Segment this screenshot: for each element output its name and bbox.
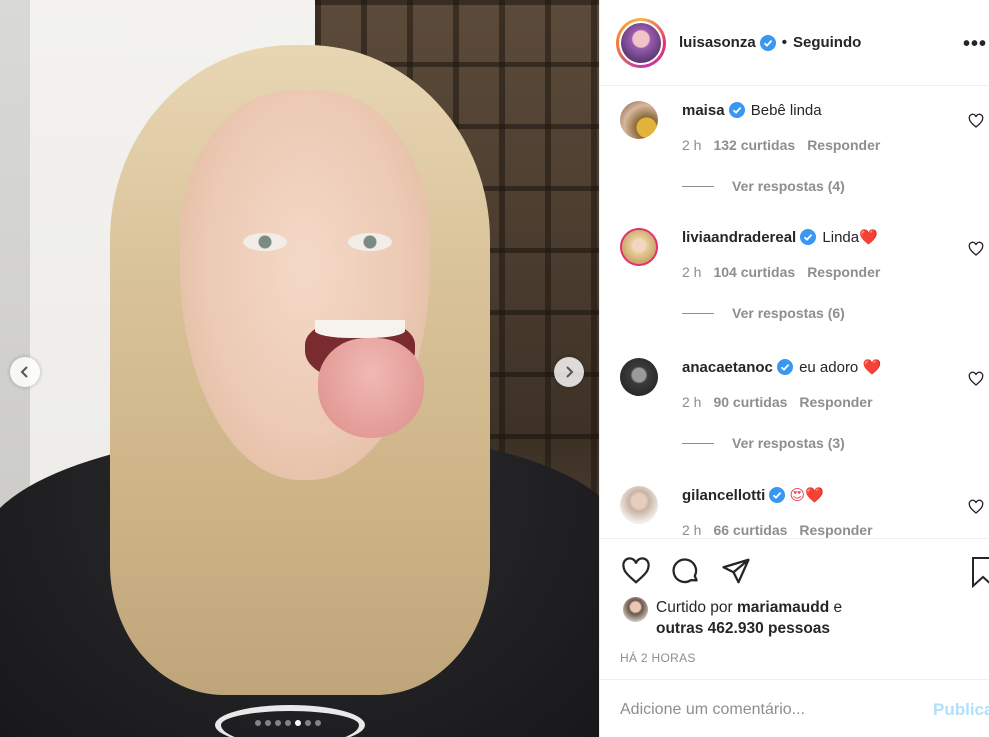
reply-button[interactable]: Responder [807, 137, 880, 153]
liked-by-prefix: Curtido por [656, 599, 733, 616]
comment-text: Bebê linda [750, 102, 822, 119]
view-replies-label: Ver respostas (6) [732, 305, 845, 321]
comment-text: eu adoro [799, 359, 859, 376]
liked-by-others[interactable]: outras 462.930 pessoas [656, 620, 830, 637]
comment-username[interactable]: maisa [682, 102, 725, 119]
comment-input[interactable] [620, 700, 920, 719]
carousel-prev-button[interactable] [10, 357, 40, 387]
comment-likes[interactable]: 132 curtidas [713, 137, 795, 153]
comment-time[interactable]: 2 h [682, 522, 701, 538]
avatar[interactable] [620, 486, 658, 524]
verified-badge-icon [728, 102, 745, 118]
post-timestamp[interactable]: HÁ 2 HORAS [620, 651, 696, 665]
instagram-post-modal: luisasonza • Seguindo ••• maisa Bebê lin… [0, 0, 989, 737]
comment-bubble-icon[interactable] [670, 556, 702, 586]
carousel-next-button[interactable] [554, 357, 584, 387]
avatar[interactable] [616, 17, 666, 68]
emoji-reaction: 😍❤️ [789, 487, 824, 504]
bookmark-icon[interactable] [970, 556, 989, 588]
reply-button[interactable]: Responder [799, 394, 872, 410]
post-photo [0, 0, 599, 737]
view-replies-button[interactable]: Ver respostas (6) [682, 305, 972, 321]
more-options-icon[interactable]: ••• [963, 33, 987, 56]
verified-badge-icon [759, 34, 776, 51]
comment-likes[interactable]: 104 curtidas [713, 264, 795, 280]
liked-by-username[interactable]: mariamaudd [737, 599, 829, 616]
reply-button[interactable]: Responder [799, 522, 872, 538]
chevron-right-icon [566, 366, 574, 378]
post-actions: Curtido por mariamaudd e outras 462.930 … [600, 538, 989, 737]
comment-username[interactable]: liviaandradereal [682, 229, 796, 246]
header-separator: • [781, 34, 787, 51]
carousel-dot-active [295, 720, 301, 726]
chevron-left-icon [20, 366, 28, 378]
heart-icon[interactable] [968, 113, 984, 129]
carousel-dot [275, 720, 281, 726]
like-heart-icon[interactable] [620, 556, 652, 586]
liked-by-and: e [833, 599, 843, 616]
heart-emoji: ❤️ [862, 359, 882, 376]
comment-username[interactable]: anacaetanoc [682, 359, 773, 376]
comments-list: maisa Bebê linda 2 h 132 curtidas Responde… [600, 86, 989, 538]
verified-badge-icon [769, 487, 786, 503]
carousel-dot [265, 720, 271, 726]
carousel-dot [315, 720, 321, 726]
comment-time[interactable]: 2 h [682, 394, 701, 410]
avatar[interactable] [620, 228, 658, 266]
post-author-username[interactable]: luisasonza [679, 34, 756, 51]
comment-username[interactable]: gilancellotti [682, 487, 765, 504]
heart-icon[interactable] [968, 371, 984, 387]
heart-emoji: ❤️ [859, 229, 878, 246]
post-header: luisasonza • Seguindo ••• [600, 0, 989, 86]
view-replies-button[interactable]: Ver respostas (4) [682, 178, 972, 194]
share-paper-plane-icon[interactable] [720, 556, 752, 586]
carousel-dot [285, 720, 291, 726]
verified-badge-icon [776, 359, 793, 375]
carousel-dot [305, 720, 311, 726]
add-comment-bar: Publicar [600, 679, 989, 737]
comment-likes[interactable]: 66 curtidas [713, 522, 787, 538]
comment-time[interactable]: 2 h [682, 264, 701, 280]
heart-icon[interactable] [968, 499, 984, 515]
comment-likes[interactable]: 90 curtidas [713, 394, 787, 410]
view-replies-label: Ver respostas (3) [732, 435, 845, 451]
avatar[interactable] [620, 101, 658, 139]
publish-button[interactable]: Publicar [933, 700, 989, 720]
reply-button[interactable]: Responder [807, 264, 880, 280]
comment-text: Linda [822, 229, 860, 246]
likes-summary: Curtido por mariamaudd e outras 462.930 … [623, 597, 842, 639]
view-replies-label: Ver respostas (4) [732, 178, 845, 194]
avatar[interactable] [620, 358, 658, 396]
verified-badge-icon [800, 229, 817, 245]
view-replies-button[interactable]: Ver respostas (3) [682, 435, 972, 451]
following-button[interactable]: Seguindo [793, 34, 861, 51]
post-side-panel: luisasonza • Seguindo ••• maisa Bebê lin… [599, 0, 989, 737]
comment-time[interactable]: 2 h [682, 137, 701, 153]
carousel-indicator [255, 720, 321, 726]
heart-icon[interactable] [968, 241, 984, 257]
avatar[interactable] [623, 597, 648, 622]
carousel-dot [255, 720, 261, 726]
